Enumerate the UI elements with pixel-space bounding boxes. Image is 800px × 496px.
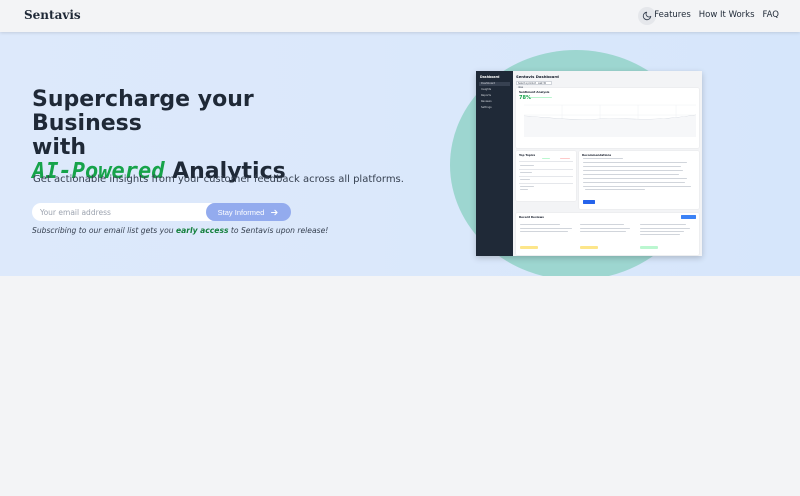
top-topics-card: Top Topics bbox=[516, 151, 576, 201]
early-access-note: Subscribing to our email list gets you e… bbox=[32, 226, 329, 235]
dashboard-sidebar-item: Reports bbox=[481, 94, 491, 97]
stay-informed-label: Stay Informed bbox=[217, 207, 265, 217]
recent-reviews-title: Recent Reviews bbox=[519, 215, 544, 219]
dashboard-sidebar-item: Dashboard bbox=[479, 82, 510, 86]
early-access-highlight: early access bbox=[175, 226, 229, 235]
dashboard-product-select: Select a product · Last 30 days bbox=[516, 81, 552, 89]
recommendations-title: Recommendations bbox=[582, 153, 612, 157]
dashboard-sidebar-item: Insights bbox=[481, 88, 492, 91]
headline-line-2: with bbox=[32, 135, 87, 160]
reviews-filter-button bbox=[681, 215, 696, 219]
dashboard-sidebar-item: Reviews bbox=[481, 100, 492, 103]
sentiment-value: 78% bbox=[519, 95, 531, 101]
hero-subtitle: Get actionable insights from your custom… bbox=[33, 174, 404, 185]
sentiment-card: Sentiment Analysis 78% bbox=[516, 88, 699, 148]
nav-features[interactable]: Features bbox=[654, 10, 691, 20]
stay-informed-button[interactable]: Stay Informed bbox=[206, 203, 291, 221]
arrow-right-icon bbox=[271, 209, 278, 215]
dashboard-preview: Dashboard Dashboard Insights Reports Rev… bbox=[476, 71, 702, 256]
dashboard-sidebar-title: Dashboard bbox=[480, 75, 500, 79]
dashboard-sidebar: Dashboard Dashboard Insights Reports Rev… bbox=[476, 71, 513, 256]
recommendations-action-button bbox=[583, 200, 595, 204]
dashboard-main: Sentavis Dashboard Select a product · La… bbox=[513, 71, 702, 256]
nav-how-it-works[interactable]: How It Works bbox=[699, 10, 755, 20]
dashboard-sidebar-item: Settings bbox=[481, 106, 492, 109]
sentiment-change bbox=[530, 97, 552, 99]
sentiment-line-chart bbox=[524, 104, 696, 137]
hero-headline: Supercharge your Business with AI-Powere… bbox=[32, 88, 362, 184]
brand-logo[interactable]: Sentavis bbox=[24, 8, 81, 22]
nav-faq[interactable]: FAQ bbox=[763, 10, 779, 20]
top-navbar: Sentavis Features How It Works FAQ bbox=[0, 0, 800, 32]
dashboard-title: Sentavis Dashboard bbox=[516, 74, 559, 79]
recent-reviews-card: Recent Reviews bbox=[516, 213, 699, 255]
main-nav: Features How It Works FAQ bbox=[654, 10, 779, 20]
moon-icon bbox=[642, 11, 652, 21]
recommendations-card: Recommendations bbox=[579, 151, 699, 209]
sentiment-card-title: Sentiment Analysis bbox=[519, 90, 550, 94]
email-input[interactable] bbox=[32, 203, 212, 221]
hero-section: Supercharge your Business with AI-Powere… bbox=[0, 32, 800, 276]
headline-line-1: Supercharge your Business bbox=[32, 87, 254, 136]
top-topics-title: Top Topics bbox=[519, 153, 536, 157]
